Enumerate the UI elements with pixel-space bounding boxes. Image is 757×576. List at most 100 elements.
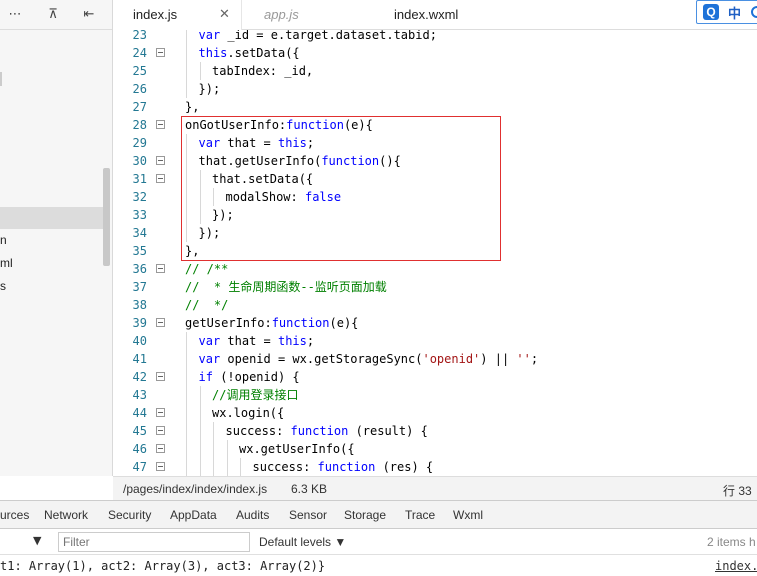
console-filter-input[interactable] — [58, 532, 250, 552]
more-icon[interactable]: ⋯ — [4, 5, 26, 25]
tab-trace[interactable]: Trace — [405, 508, 435, 522]
fold-toggle-icon[interactable] — [156, 120, 165, 129]
indent-guide — [186, 386, 187, 404]
fold-toggle-icon[interactable] — [156, 174, 165, 183]
status-bar: /pages/index/index/index.js 6.3 KB 行 33 — [113, 476, 757, 500]
context-dropdown-icon[interactable]: ▼ — [33, 534, 41, 547]
code-line[interactable]: 36 // /** — [113, 260, 757, 278]
file-item[interactable]: n — [0, 233, 7, 247]
line-number: 34 — [132, 226, 147, 240]
code-line[interactable]: 27}, — [113, 98, 757, 116]
fold-toggle-icon[interactable] — [156, 156, 165, 165]
close-icon[interactable]: ✕ — [219, 0, 230, 30]
indent-guide — [186, 458, 187, 476]
fold-toggle-icon[interactable] — [156, 426, 165, 435]
tab-label: app.js — [264, 7, 299, 22]
line-number: 42 — [132, 370, 147, 384]
tab-index-js[interactable]: index.js ✕ — [113, 0, 241, 30]
log-levels-dropdown[interactable]: Default levels ▼ — [259, 535, 346, 549]
fold-toggle-icon[interactable] — [156, 48, 165, 57]
ime-status-icon — [751, 6, 757, 18]
indent-guide — [186, 30, 187, 44]
code-line[interactable]: 24 this.setData({ — [113, 44, 757, 62]
code-line[interactable]: 42 if (!openid) { — [113, 368, 757, 386]
code-text: if (!openid) { — [198, 370, 300, 384]
indent-guide — [186, 350, 187, 368]
ime-logo-icon: Q — [703, 4, 719, 20]
ime-toolbar[interactable]: Q 中 — [696, 0, 757, 24]
line-number: 24 — [132, 46, 147, 60]
line-number: 38 — [132, 298, 147, 312]
line-number: 46 — [132, 442, 147, 456]
fold-toggle-icon[interactable] — [156, 264, 165, 273]
code-line[interactable]: 25 tabIndex: _id, — [113, 62, 757, 80]
code-text: }, — [185, 100, 200, 114]
code-line[interactable]: 43 //调用登录接口 — [113, 386, 757, 404]
indent-guide — [199, 404, 201, 422]
console-message-row: t1: Array(1), act2: Array(3), act3: Arra… — [0, 557, 757, 576]
tab-storage[interactable]: Storage — [344, 508, 386, 522]
indent-guide — [199, 62, 201, 80]
line-number: 40 — [132, 334, 147, 348]
indent-guide — [199, 386, 201, 404]
hide-sidebar-icon[interactable]: ⇤ — [78, 5, 100, 25]
tab-sensor[interactable]: Sensor — [289, 508, 327, 522]
code-line[interactable]: 44 wx.login({ — [113, 404, 757, 422]
tab-sources[interactable]: urces — [0, 508, 29, 522]
fold-toggle-icon[interactable] — [156, 318, 165, 327]
code-line[interactable]: 26}); — [113, 80, 757, 98]
code-text: getUserInfo:function(e){ — [185, 316, 359, 330]
code-text: wx.getUserInfo({ — [239, 442, 355, 456]
indent-guide — [226, 458, 228, 476]
indent-guide — [199, 422, 201, 440]
code-line[interactable]: 41 var openid = wx.getStorageSync('openid… — [113, 350, 757, 368]
code-text: //调用登录接口 — [212, 388, 299, 402]
fold-toggle-icon[interactable] — [156, 462, 165, 471]
sidebar-marker — [0, 72, 2, 86]
tab-wxml[interactable]: Wxml — [453, 508, 483, 522]
console-message[interactable]: t1: Array(1), act2: Array(3), act3: Arra… — [0, 559, 325, 573]
code-text: // */ — [185, 298, 229, 312]
cursor-position[interactable]: 行 33 — [723, 482, 752, 499]
collapse-all-icon[interactable]: ⊼ — [42, 5, 64, 25]
code-editor[interactable]: 23 var _id = e.target.dataset.tabid; 24 thi… — [113, 30, 757, 476]
line-number: 39 — [132, 316, 147, 330]
console-source-link[interactable]: index.j — [715, 559, 757, 573]
indent-guide — [186, 44, 187, 62]
code-line[interactable]: 23 var _id = e.target.dataset.tabid; — [113, 30, 757, 44]
line-number: 35 — [132, 244, 147, 258]
fold-toggle-icon[interactable] — [156, 444, 165, 453]
fold-toggle-icon[interactable] — [156, 372, 165, 381]
ime-mode-label[interactable]: 中 — [728, 3, 741, 22]
code-line[interactable]: 46 wx.getUserInfo({ — [113, 440, 757, 458]
code-line[interactable]: 38 // */ — [113, 296, 757, 314]
code-line[interactable]: 37 // * 生命周期函数--监听页面加载 — [113, 278, 757, 296]
code-line[interactable]: 39 getUserInfo:function(e){ — [113, 314, 757, 332]
indent-guide — [186, 62, 187, 80]
tab-network[interactable]: Network — [44, 508, 88, 522]
file-item[interactable]: ml — [0, 256, 13, 270]
tab-appdata[interactable]: AppData — [170, 508, 217, 522]
code-line[interactable]: 40 var that = this; — [113, 332, 757, 350]
sidebar-toolbar: ⋯ ⊼ ⇤ — [0, 0, 112, 30]
line-number: 44 — [132, 406, 147, 420]
code-line[interactable]: 47 success: function (res) { — [113, 458, 757, 476]
indent-guide — [213, 422, 214, 440]
tab-security[interactable]: Security — [108, 508, 151, 522]
line-number: 30 — [132, 154, 147, 168]
tab-audits[interactable]: Audits — [236, 508, 269, 522]
file-item[interactable]: s — [0, 279, 6, 293]
selected-file-row[interactable] — [0, 207, 104, 229]
sidebar-scrollbar[interactable] — [103, 168, 110, 266]
file-path: /pages/index/index/index.js — [123, 482, 268, 496]
tab-app-js[interactable]: app.js — [241, 0, 357, 30]
line-number: 36 — [132, 262, 147, 276]
code-text: var that = this; — [198, 334, 315, 348]
code-line[interactable]: 45 success: function (result) { — [113, 422, 757, 440]
tab-index-wxml[interactable]: index.wxml — [357, 0, 487, 30]
highlight-annotation-box — [181, 116, 501, 261]
code-text: // * 生命周期函数--监听页面加载 — [185, 280, 387, 294]
fold-toggle-icon[interactable] — [156, 408, 165, 417]
line-number: 29 — [132, 136, 147, 150]
line-number: 28 — [132, 118, 147, 132]
